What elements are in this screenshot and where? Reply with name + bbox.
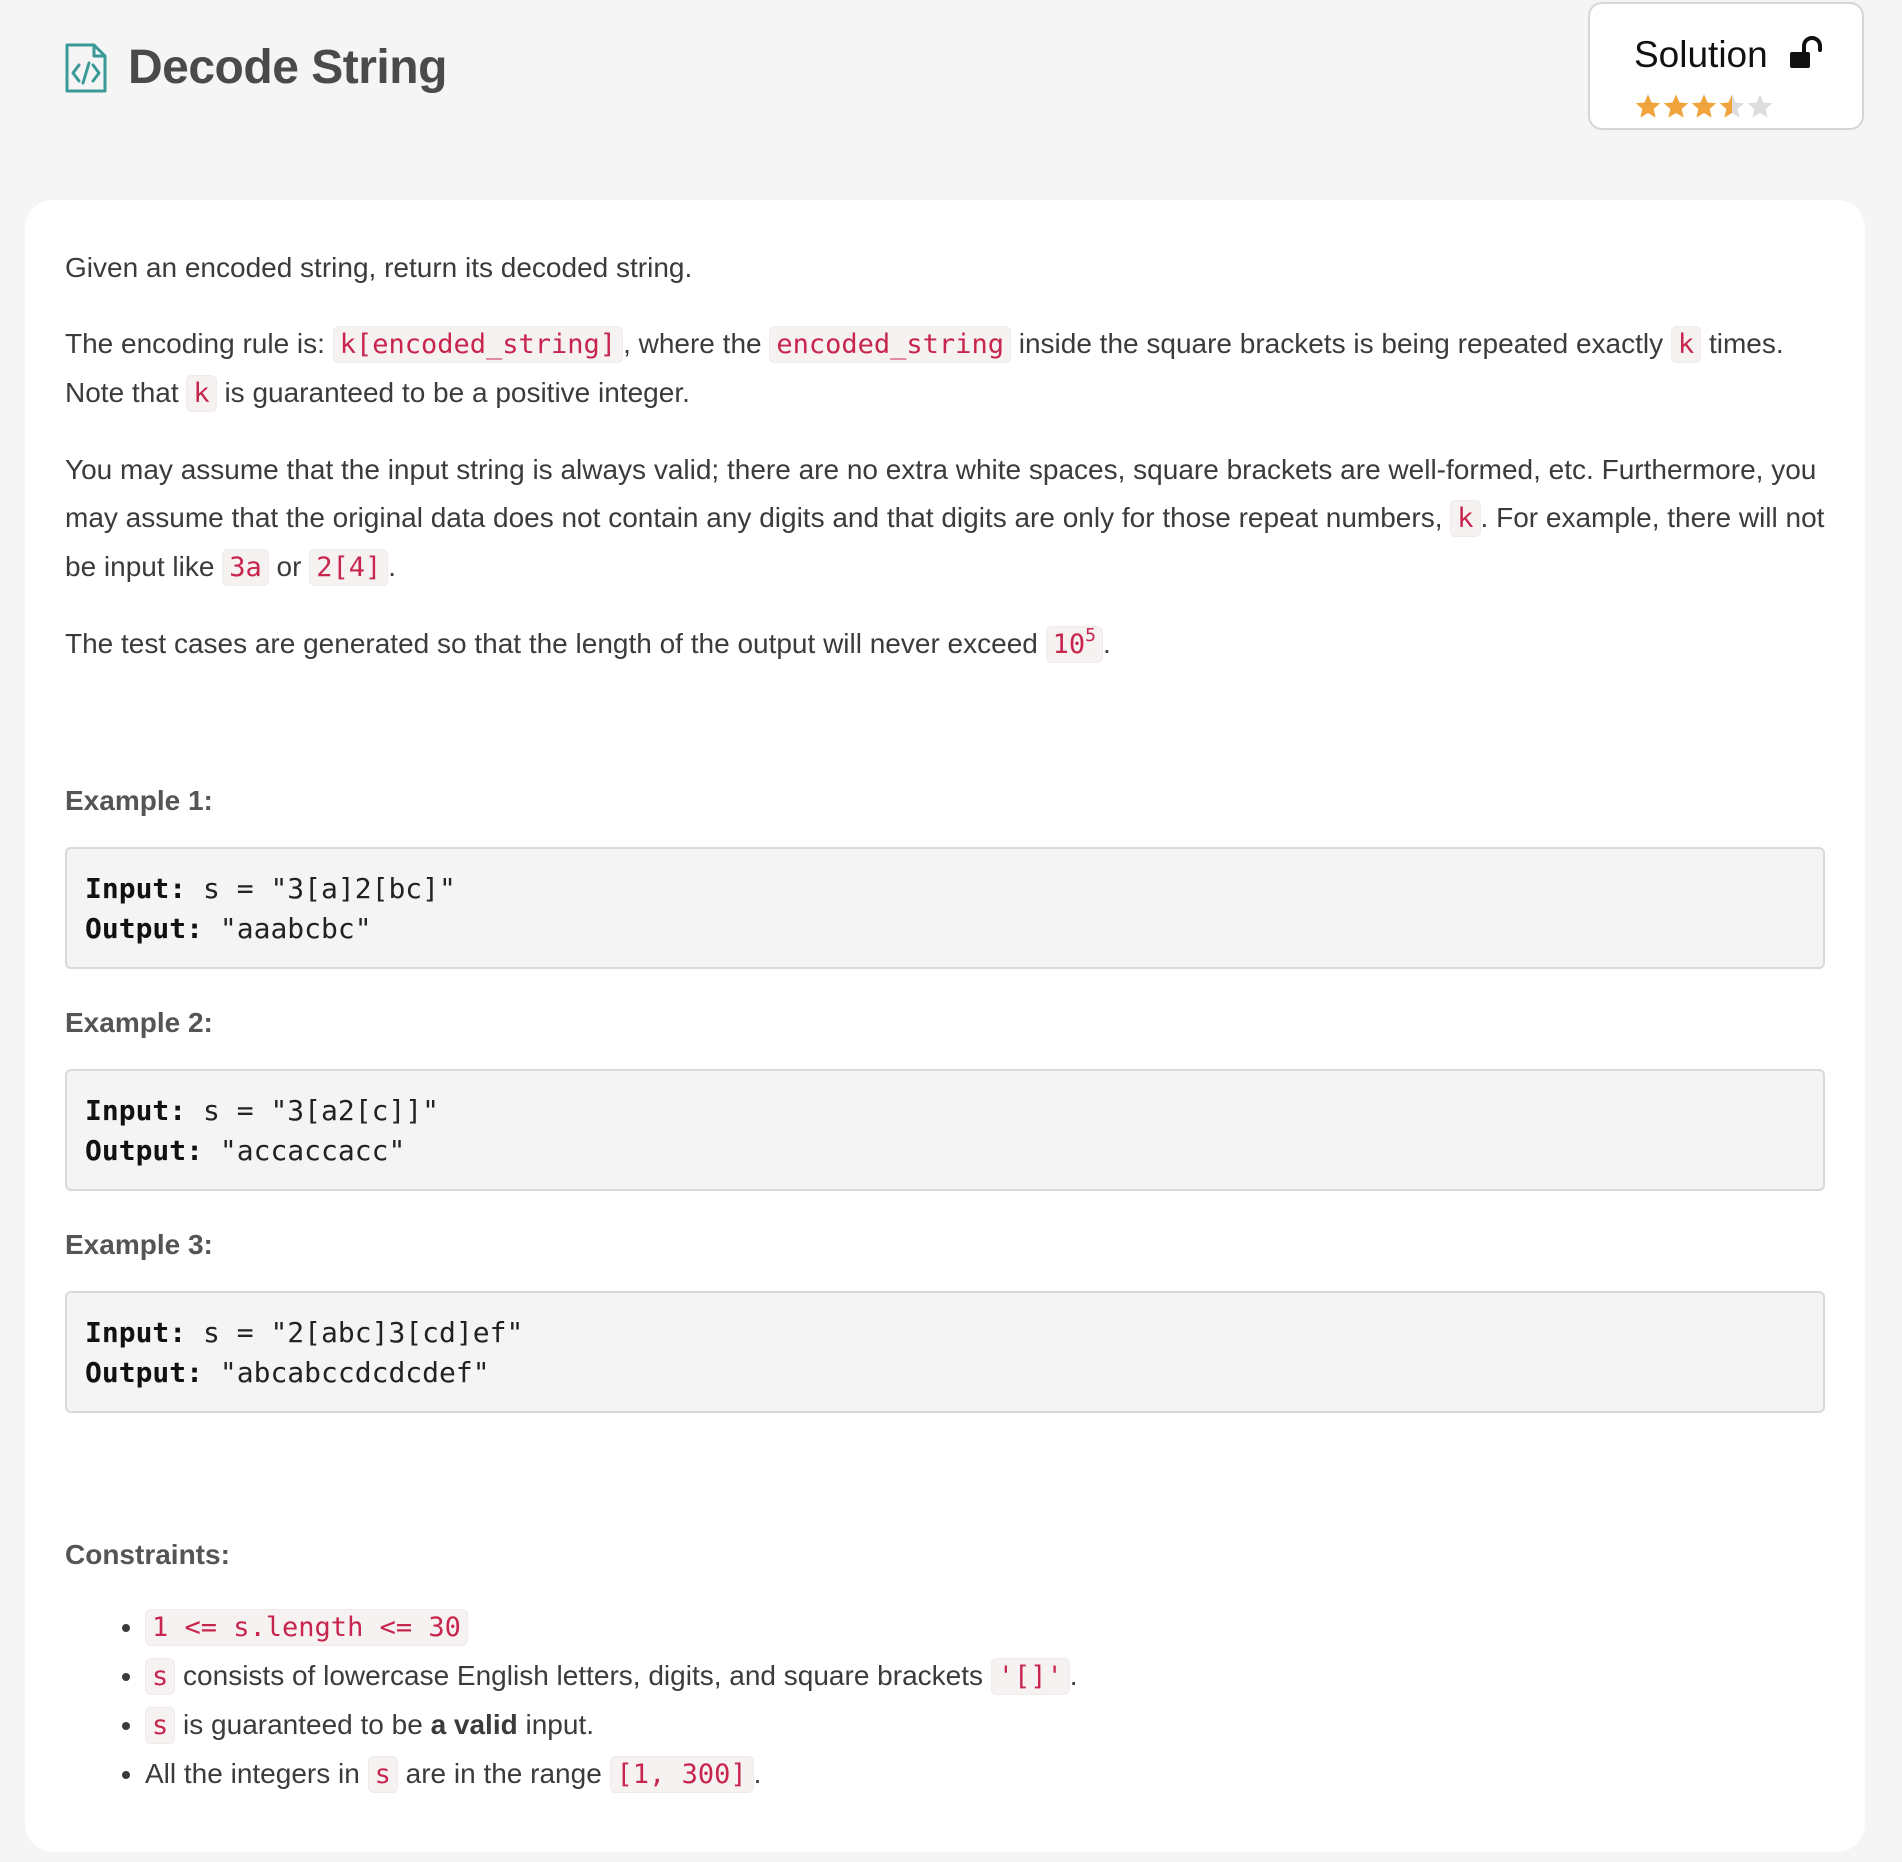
problem-description: Given an encoded string, return its deco… xyxy=(25,200,1865,1852)
code-file-icon xyxy=(65,43,107,92)
inline-code: k xyxy=(1450,500,1481,537)
inline-code: k xyxy=(1670,326,1702,363)
solution-label: Solution xyxy=(1634,34,1768,75)
description-paragraph: Given an encoded string, return its deco… xyxy=(65,252,693,283)
inline-code: k[encoded_string] xyxy=(332,326,624,363)
rating-stars xyxy=(1634,92,1774,120)
constraint-item: s is guaranteed to be a valid input. xyxy=(145,1701,1825,1750)
inline-code: s xyxy=(145,1658,176,1695)
inline-code: k xyxy=(186,375,217,412)
unlocked-icon xyxy=(1790,36,1822,68)
constraints-title: Constraints: xyxy=(65,1539,230,1570)
example-title: Example 1: xyxy=(65,785,213,816)
solution-button[interactable]: Solution xyxy=(1588,2,1864,130)
star-icon xyxy=(1635,94,1661,118)
example-block: Input: s = "3[a2[c]]" Output: "accaccacc… xyxy=(65,1069,1825,1191)
inline-code: '[]' xyxy=(990,1658,1070,1695)
inline-code: 1 <= s.length <= 30 xyxy=(145,1609,468,1646)
title-wrap: Decode String xyxy=(64,40,447,95)
example-title: Example 2: xyxy=(65,1007,213,1038)
inline-code: s xyxy=(145,1707,176,1744)
constraint-item: s consists of lowercase English letters,… xyxy=(145,1652,1825,1701)
example-block: Input: s = "3[a]2[bc]" Output: "aaabcbc" xyxy=(65,847,1825,969)
star-half-icon xyxy=(1719,94,1745,118)
inline-code: [1, 300] xyxy=(609,1756,754,1793)
inline-code: 2[4] xyxy=(309,549,389,586)
star-icon xyxy=(1663,94,1689,118)
problem-header: Decode String Solution xyxy=(0,0,1902,200)
star-empty-icon xyxy=(1747,94,1773,118)
constraint-item: All the integers in s are in the range [… xyxy=(145,1750,1825,1799)
example-title: Example 3: xyxy=(65,1229,213,1260)
description-paragraph: The encoding rule is: k[encoded_string],… xyxy=(65,320,1825,418)
description-paragraph: The test cases are generated so that the… xyxy=(65,620,1825,669)
page-title: Decode String xyxy=(128,41,447,94)
constraint-item: 1 <= s.length <= 30 xyxy=(145,1603,1825,1652)
inline-code: 105 xyxy=(1045,626,1103,663)
example-block: Input: s = "2[abc]3[cd]ef" Output: "abca… xyxy=(65,1291,1825,1413)
inline-code: s xyxy=(367,1756,398,1793)
star-icon xyxy=(1691,94,1717,118)
inline-code: 3a xyxy=(222,549,269,586)
description-paragraph: You may assume that the input string is … xyxy=(65,446,1825,592)
inline-code: encoded_string xyxy=(769,326,1011,363)
constraints-list: 1 <= s.length <= 30 s consists of lowerc… xyxy=(65,1603,1825,1799)
